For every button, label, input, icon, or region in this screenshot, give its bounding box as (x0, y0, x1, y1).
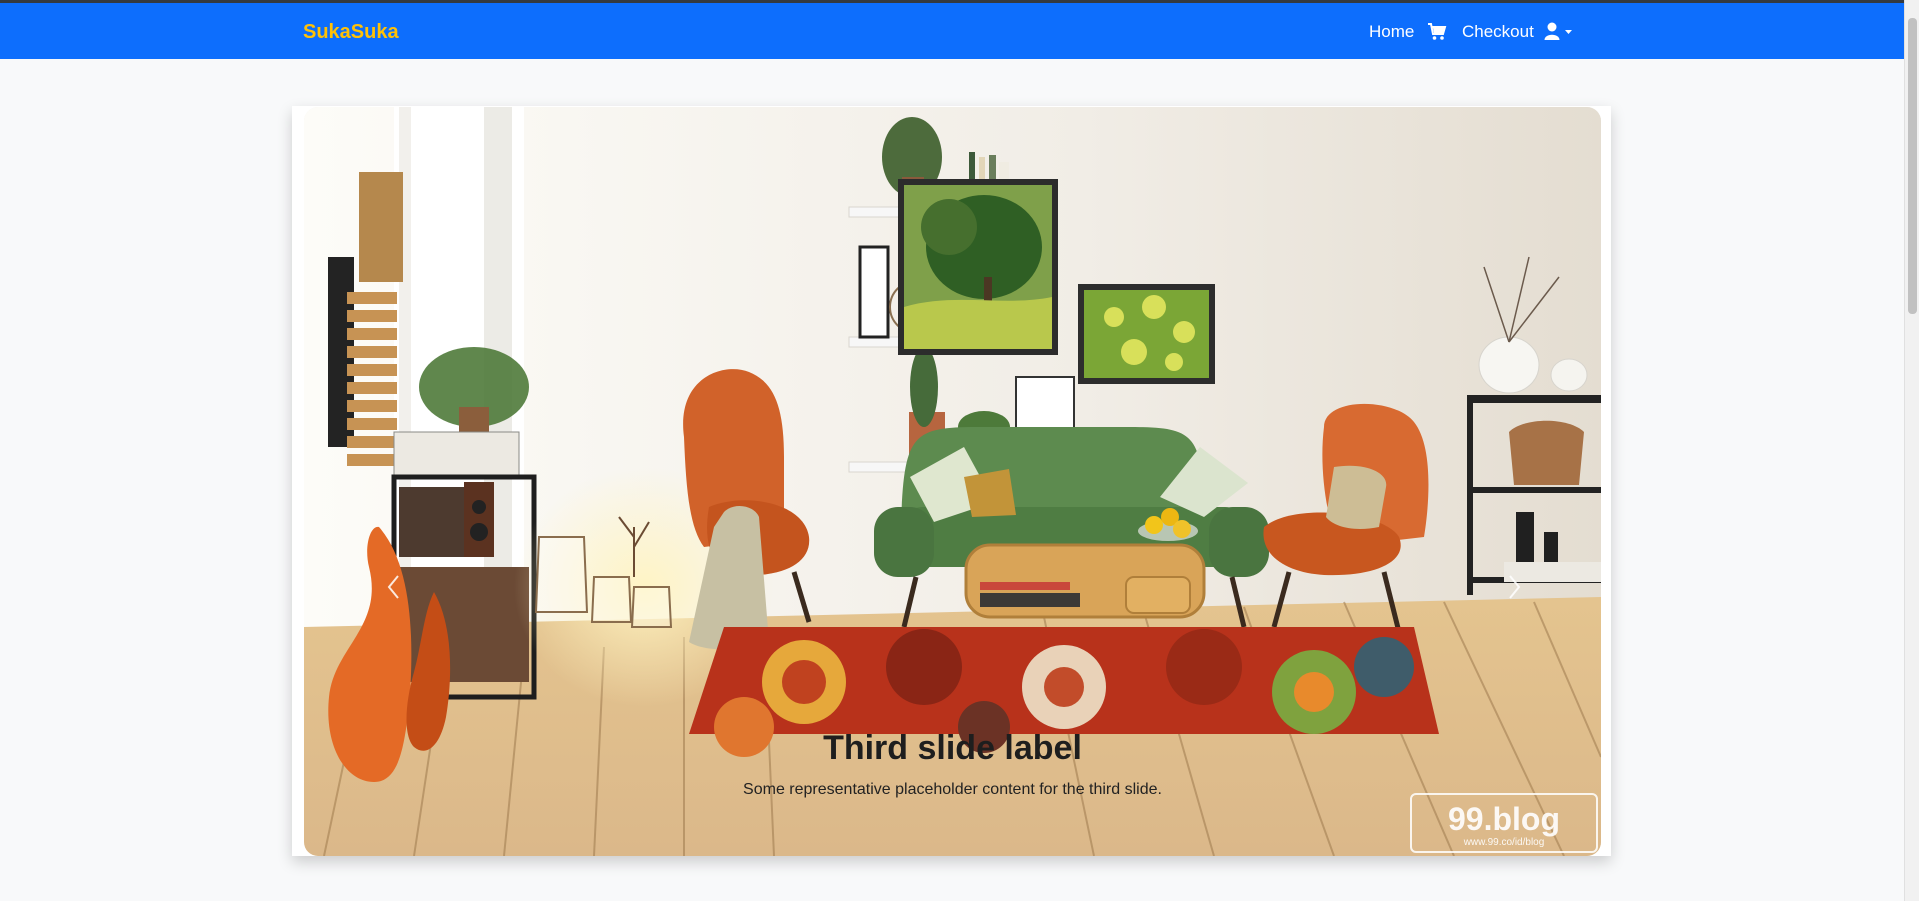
carousel: Third slide label Some representative pl… (304, 107, 1601, 856)
watermark-sub-text: www.99.co/id/blog (1463, 837, 1545, 848)
carousel-prev-button[interactable] (374, 562, 414, 612)
scrollbar-thumb[interactable] (1908, 18, 1917, 314)
brand-link[interactable]: SukaSuka (303, 21, 399, 44)
chevron-left-icon (387, 575, 399, 599)
slide-caption-text: Some representative placeholder content … (743, 781, 1162, 798)
caret-down-icon (1565, 30, 1572, 34)
nav-checkout-link[interactable]: Checkout (1462, 22, 1534, 42)
vertical-scrollbar[interactable] (1904, 0, 1919, 901)
user-menu-dropdown[interactable] (1543, 21, 1575, 43)
carousel-next-button[interactable] (1494, 562, 1534, 612)
nav-home-link[interactable]: Home (1369, 22, 1414, 42)
watermark-main-text: 99.blog (1447, 801, 1560, 837)
cart-icon[interactable] (1427, 22, 1447, 42)
navbar: SukaSuka Home Checkout (0, 3, 1904, 59)
chevron-right-icon (1509, 575, 1521, 599)
slide-caption-title: Third slide label (823, 729, 1082, 767)
watermark-logo: 99.blog www.99.co/id/blog (1410, 793, 1598, 853)
user-icon (1544, 22, 1560, 40)
